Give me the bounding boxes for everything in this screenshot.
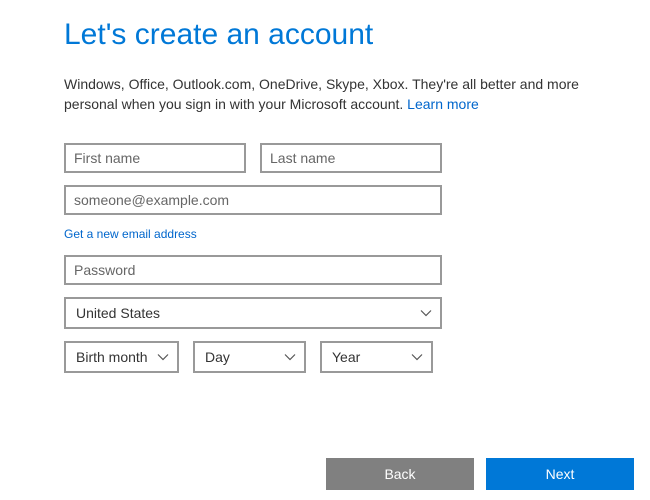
back-button[interactable]: Back [326, 458, 474, 490]
chevron-down-icon [411, 351, 423, 363]
country-selected: United States [76, 305, 160, 321]
chevron-down-icon [157, 351, 169, 363]
birth-day-label: Day [205, 349, 230, 365]
description: Windows, Office, Outlook.com, OneDrive, … [64, 74, 584, 115]
birth-month-label: Birth month [76, 349, 148, 365]
birth-year-label: Year [332, 349, 360, 365]
chevron-down-icon [420, 307, 432, 319]
description-text: Windows, Office, Outlook.com, OneDrive, … [64, 76, 579, 112]
country-select[interactable]: United States [64, 297, 442, 329]
birth-month-select[interactable]: Birth month [64, 341, 179, 373]
birth-day-select[interactable]: Day [193, 341, 306, 373]
first-name-input[interactable] [64, 143, 246, 173]
chevron-down-icon [284, 351, 296, 363]
page-title: Let's create an account [64, 18, 586, 52]
new-email-link[interactable]: Get a new email address [64, 227, 586, 241]
birth-year-select[interactable]: Year [320, 341, 433, 373]
password-input[interactable] [64, 255, 442, 285]
next-button[interactable]: Next [486, 458, 634, 490]
learn-more-link[interactable]: Learn more [407, 96, 479, 112]
email-input[interactable] [64, 185, 442, 215]
last-name-input[interactable] [260, 143, 442, 173]
